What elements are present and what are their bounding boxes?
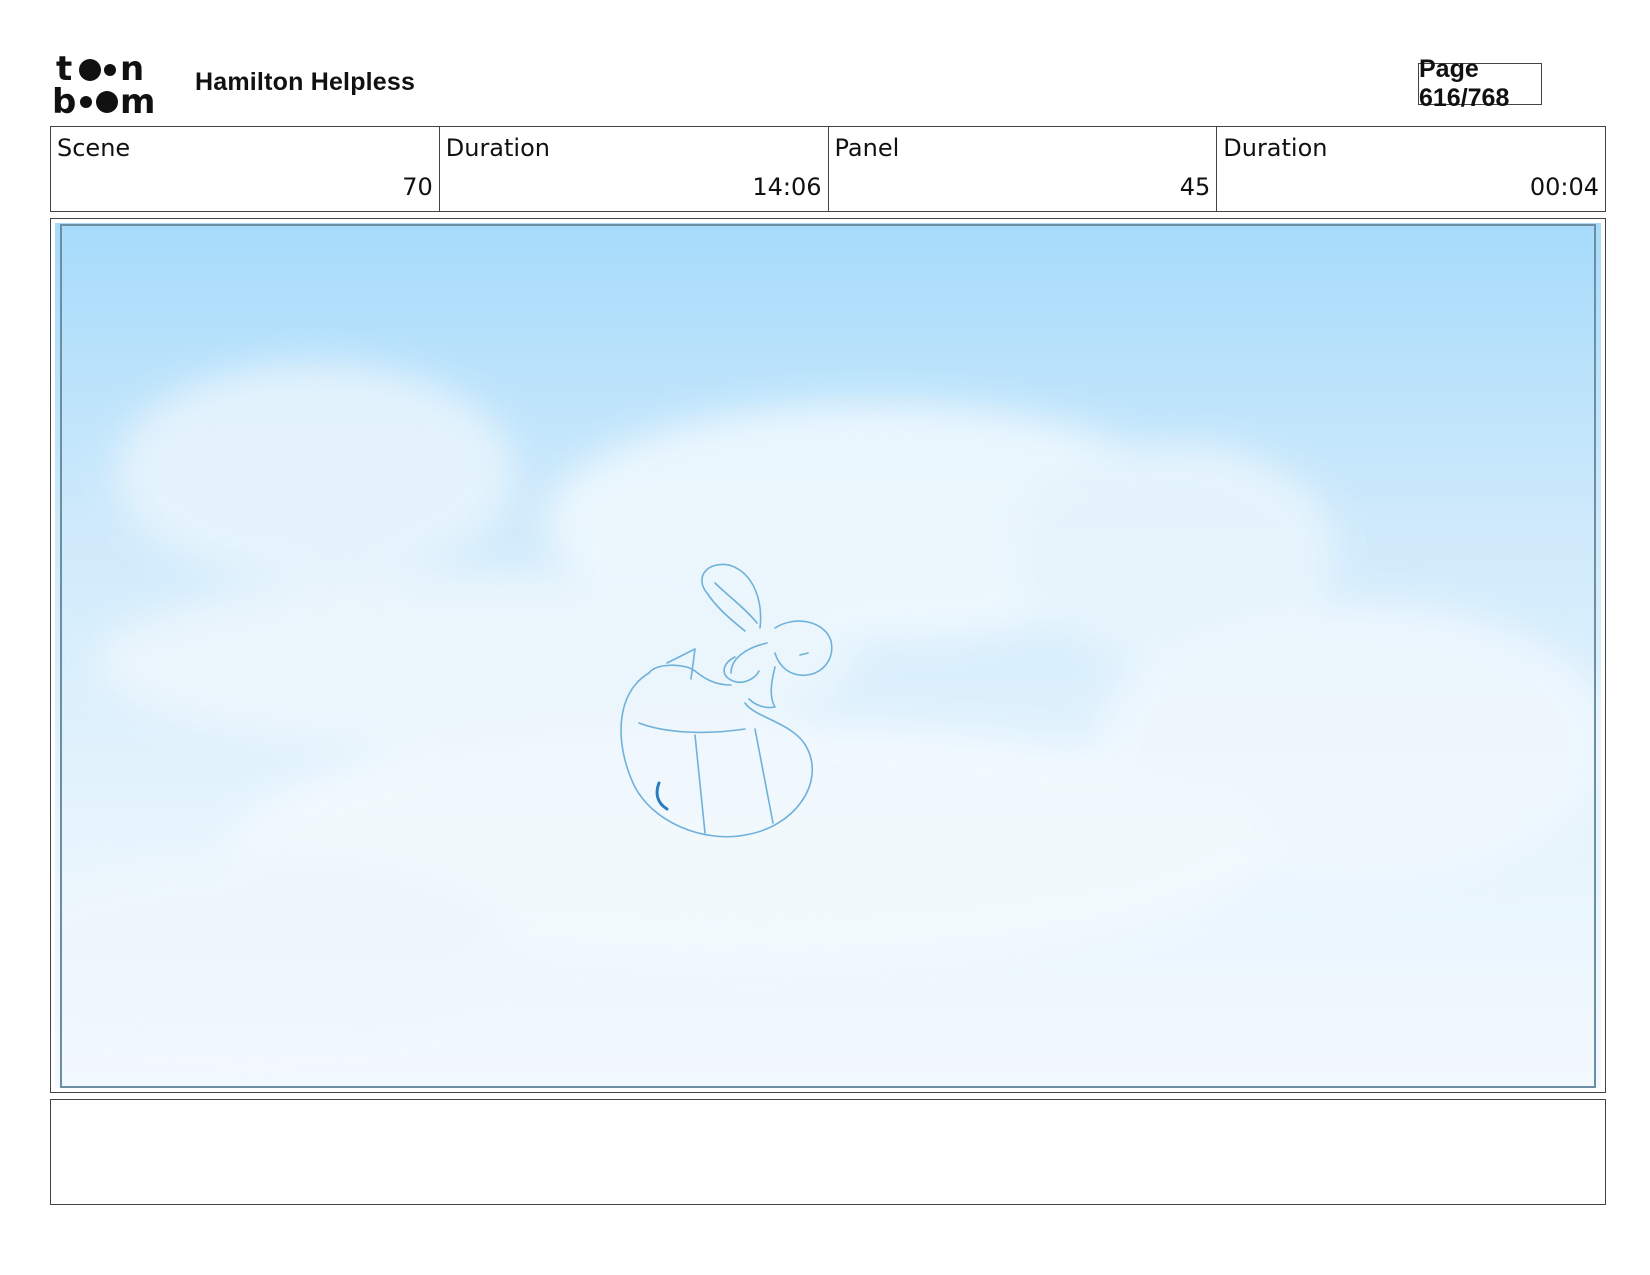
- svg-text:m: m: [120, 82, 155, 116]
- scene-duration-value: 14:06: [752, 173, 822, 201]
- svg-text:b: b: [52, 82, 76, 116]
- scene-label: Scene: [57, 134, 131, 162]
- toon-boom-logo: t n b m: [52, 49, 172, 122]
- panel-label: Panel: [834, 134, 900, 162]
- scene-duration-cell: Duration 14:06: [440, 127, 829, 211]
- scene-value: 70: [402, 173, 433, 201]
- scene-duration-label: Duration: [445, 134, 550, 162]
- project-title: Hamilton Helpless: [195, 68, 416, 96]
- panel-duration-cell: Duration 00:04: [1217, 127, 1605, 211]
- panel-notes-box: [50, 1099, 1606, 1205]
- panel-cell: Panel 45: [829, 127, 1218, 211]
- panel-artwork: [55, 223, 1601, 1088]
- storyboard-panel: [50, 218, 1606, 1093]
- panel-value: 45: [1179, 173, 1211, 201]
- scene-info-table: Scene 70 Duration 14:06 Panel 45 Duratio…: [50, 126, 1606, 212]
- panel-duration-value: 00:04: [1529, 173, 1599, 201]
- scene-cell: Scene 70: [51, 127, 440, 211]
- page-number: Page 616/768: [1418, 55, 1542, 112]
- panel-duration-label: Duration: [1223, 134, 1328, 162]
